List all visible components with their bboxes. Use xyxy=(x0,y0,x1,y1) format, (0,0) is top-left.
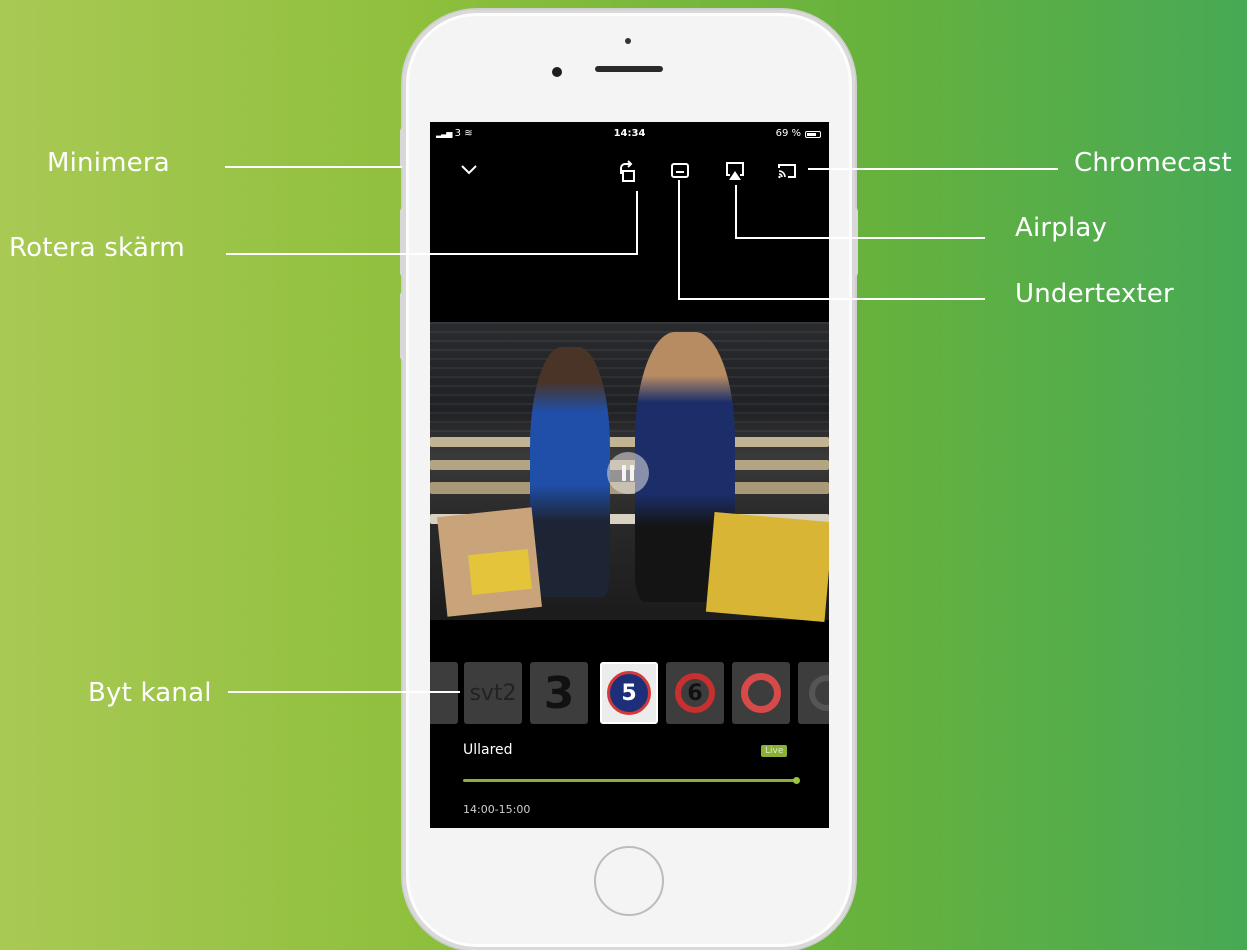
callout-rotera-skarm: Rotera skärm xyxy=(9,233,185,263)
player-screen: ▂▃▅ 3 ≋ 14:34 69 % svt2 3 5 6 Ullared Li… xyxy=(430,122,829,828)
channel-selector[interactable]: svt2 3 5 6 xyxy=(430,662,829,728)
volume-down-button xyxy=(400,292,406,360)
channel-tile-6[interactable]: 6 xyxy=(666,662,724,724)
channel-tile-svt2[interactable]: svt2 xyxy=(464,662,522,724)
progress-bar[interactable] xyxy=(463,777,800,784)
callout-airplay: Airplay xyxy=(1015,213,1108,243)
airplay-icon[interactable] xyxy=(724,160,746,182)
progress-handle[interactable] xyxy=(793,777,800,784)
leader-line-minimera xyxy=(225,166,402,168)
program-time-range: 14:00-15:00 xyxy=(463,803,531,816)
earpiece-speaker xyxy=(595,66,663,72)
home-button xyxy=(594,846,664,916)
pause-button[interactable] xyxy=(607,452,649,494)
mute-switch xyxy=(400,128,406,168)
channel-tile-tv10[interactable] xyxy=(732,662,790,724)
channel-tile-3[interactable]: 3 xyxy=(530,662,588,724)
leader-line-airplay-h xyxy=(735,237,985,239)
callout-undertexter: Undertexter xyxy=(1015,279,1174,309)
leader-line-rotera-h xyxy=(226,253,638,255)
power-button xyxy=(852,208,858,276)
proximity-sensor xyxy=(625,38,631,44)
subtitles-icon[interactable] xyxy=(670,162,690,180)
leader-line-chromecast xyxy=(808,168,1058,170)
leader-line-rotera-v xyxy=(636,191,638,255)
leader-line-byt-kanal xyxy=(228,691,460,693)
channel-tile[interactable] xyxy=(430,662,458,724)
person-left xyxy=(530,347,610,597)
chromecast-icon[interactable] xyxy=(776,162,798,180)
program-title: Ullared xyxy=(463,742,513,758)
leader-line-airplay-v xyxy=(735,185,737,239)
bench-back xyxy=(430,437,829,447)
status-time: 14:34 xyxy=(613,128,646,139)
callout-minimera: Minimera xyxy=(47,148,170,178)
live-badge: Live xyxy=(761,745,788,757)
leader-line-undertexter-v xyxy=(678,180,680,300)
channel-tile[interactable] xyxy=(798,662,829,724)
status-bar: ▂▃▅ 3 ≋ 14:34 69 % xyxy=(430,128,829,144)
volume-up-button xyxy=(400,208,406,276)
video-frame[interactable] xyxy=(430,322,829,622)
channel-tile-5[interactable]: 5 xyxy=(600,662,658,724)
leader-line-undertexter-h xyxy=(678,298,985,300)
rotate-screen-icon[interactable] xyxy=(616,160,640,184)
callout-chromecast: Chromecast xyxy=(1074,148,1232,178)
callout-byt-kanal: Byt kanal xyxy=(88,678,212,708)
battery-icon xyxy=(805,131,821,138)
front-camera xyxy=(552,67,562,77)
chevron-down-icon[interactable] xyxy=(460,164,478,176)
battery-percent: 69 % xyxy=(775,128,801,139)
pause-icon xyxy=(622,465,626,481)
shopping-bag-right xyxy=(705,512,829,622)
